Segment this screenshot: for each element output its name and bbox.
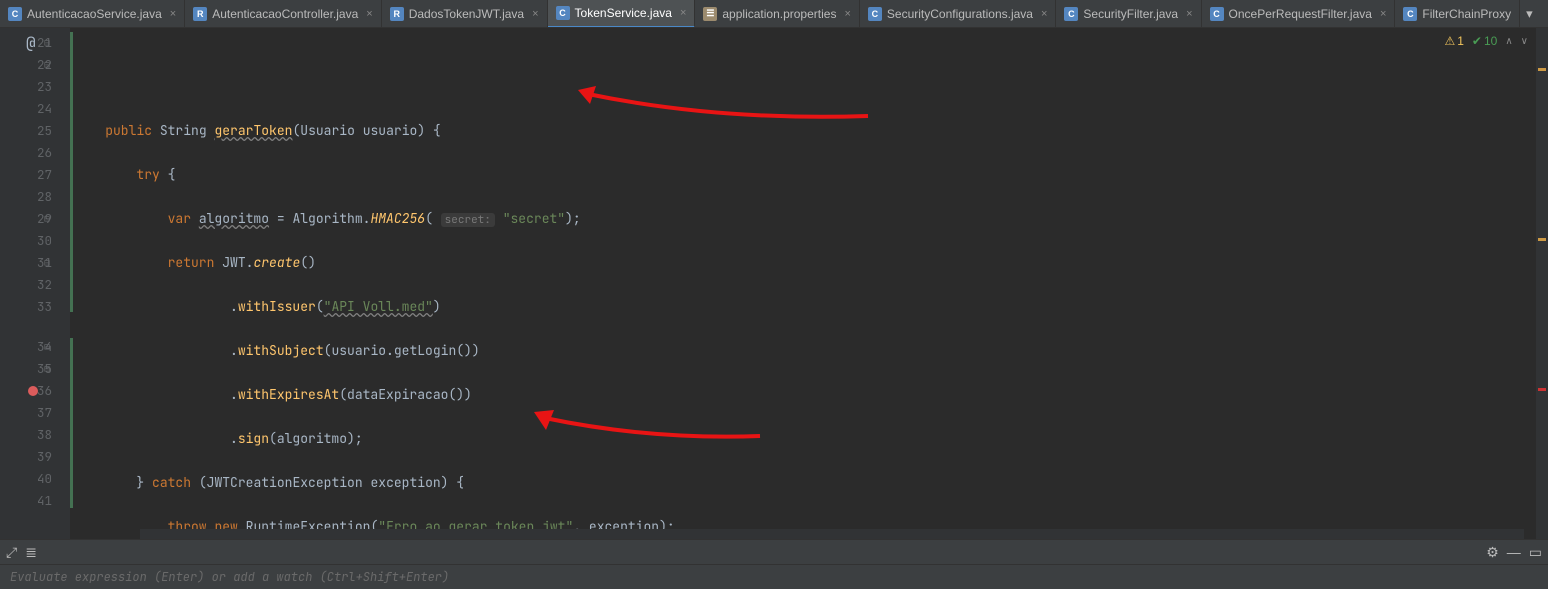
java-class-icon: R: [193, 7, 207, 21]
line-number: 30: [37, 232, 52, 249]
java-class-icon: C: [1403, 7, 1417, 21]
code-editor[interactable]: 1 usage Washington Antunes public String…: [70, 28, 1536, 539]
line-number: 23: [37, 78, 52, 95]
tab-autenticacao-service[interactable]: C AutenticacaoService.java ×: [0, 0, 185, 28]
tab-label: FilterChainProxy: [1422, 7, 1511, 21]
tab-label: SecurityFilter.java: [1083, 7, 1178, 21]
tab-tokenservice[interactable]: C TokenService.java ×: [548, 0, 696, 28]
inspection-status-bar[interactable]: ⚠ 1 ✔ 10 ∧ ∨: [1444, 34, 1528, 48]
settings-icon[interactable]: ⚙: [1486, 544, 1499, 561]
vcs-change-marker: [70, 338, 73, 508]
fold-marker-icon[interactable]: ⊟: [44, 336, 50, 358]
warning-marker[interactable]: [1538, 238, 1546, 241]
tabs-dropdown-icon[interactable]: ▾: [1520, 6, 1539, 22]
tab-autenticacao-controller[interactable]: R AutenticacaoController.java ×: [185, 0, 382, 28]
hide-icon[interactable]: —: [1507, 544, 1521, 561]
line-number: 28: [37, 188, 52, 205]
tab-security-configurations[interactable]: C SecurityConfigurations.java ×: [860, 0, 1057, 28]
gutter[interactable]: @21⊟ 22⊟ 23 24 25 26 27 28 29⊟ 30 31⊟ 32…: [0, 28, 70, 539]
editor-tabs-bar: C AutenticacaoService.java × R Autentica…: [0, 0, 1548, 28]
java-class-icon: C: [556, 6, 570, 20]
tabs-menu-icon[interactable]: ⋮: [1539, 4, 1548, 24]
close-icon[interactable]: ×: [1380, 8, 1386, 20]
java-record-icon: R: [390, 7, 404, 21]
collapse-icon[interactable]: ≣: [25, 544, 37, 561]
usage-hint[interactable]: 1 usage Washington Antunes: [94, 28, 279, 34]
java-class-icon: C: [8, 7, 22, 21]
close-icon[interactable]: ×: [532, 8, 538, 20]
fold-marker-icon[interactable]: ⊟: [44, 252, 50, 274]
close-icon[interactable]: ×: [680, 7, 686, 19]
close-icon[interactable]: ×: [366, 8, 372, 20]
fold-marker-icon[interactable]: ⊟: [44, 54, 50, 76]
tab-label: TokenService.java: [575, 6, 672, 20]
editor-area: ⚠ 1 ✔ 10 ∧ ∨ @21⊟ 22⊟ 23 24 25 26 27 28 …: [0, 28, 1548, 539]
line-number: 36: [37, 382, 52, 399]
tab-application-properties[interactable]: ☰ application.properties ×: [695, 0, 860, 28]
line-number: 41: [37, 492, 52, 509]
prev-highlight-icon[interactable]: ∧: [1505, 36, 1512, 47]
tab-label: DadosTokenJWT.java: [409, 7, 524, 21]
warning-badge[interactable]: ⚠ 1: [1444, 34, 1463, 48]
tab-once-per-request-filter[interactable]: C OncePerRequestFilter.java ×: [1202, 0, 1396, 28]
evaluate-expression-input[interactable]: Evaluate expression (Enter) or add a wat…: [0, 564, 1548, 589]
fold-marker-icon[interactable]: ⊟: [44, 358, 50, 380]
tab-dadostokenjwt[interactable]: R DadosTokenJWT.java ×: [382, 0, 548, 28]
next-highlight-icon[interactable]: ∨: [1521, 36, 1528, 47]
close-icon[interactable]: ×: [844, 8, 850, 20]
fold-marker-icon[interactable]: ⊟: [44, 208, 50, 230]
tab-label: AutenticacaoService.java: [27, 7, 162, 21]
expand-icon[interactable]: ⤢: [6, 544, 17, 561]
horizontal-scrollbar[interactable]: [140, 529, 1524, 539]
tab-label: OncePerRequestFilter.java: [1229, 7, 1372, 21]
fold-marker-icon[interactable]: ⊟: [44, 32, 50, 54]
line-number: 39: [37, 448, 52, 465]
tab-label: application.properties: [722, 7, 836, 21]
tab-security-filter[interactable]: C SecurityFilter.java ×: [1056, 0, 1201, 28]
tab-label: AutenticacaoController.java: [212, 7, 358, 21]
ok-badge[interactable]: ✔ 10: [1472, 34, 1497, 48]
tab-filter-chain-proxy[interactable]: C FilterChainProxy: [1395, 0, 1520, 28]
error-stripe[interactable]: [1536, 28, 1548, 539]
line-number: 25: [37, 122, 52, 139]
error-marker[interactable]: [1538, 388, 1546, 391]
line-number: 26: [37, 144, 52, 161]
line-number: 27: [37, 166, 52, 183]
line-number: 33: [37, 298, 52, 315]
debug-tool-window: ⤢ ≣ ⚙ — ▭ Evaluate expression (Enter) or…: [0, 539, 1548, 589]
line-number: 32: [37, 276, 52, 293]
layout-icon[interactable]: ▭: [1529, 544, 1542, 561]
annotation-icon: @: [26, 32, 36, 54]
vcs-change-marker: [70, 32, 73, 312]
java-class-icon: C: [1210, 7, 1224, 21]
debug-toolbar: ⤢ ≣ ⚙ — ▭: [0, 540, 1548, 564]
warning-marker[interactable]: [1538, 68, 1546, 71]
tab-label: SecurityConfigurations.java: [887, 7, 1033, 21]
close-icon[interactable]: ×: [170, 8, 176, 20]
line-number: 40: [37, 470, 52, 487]
close-icon[interactable]: ×: [1041, 8, 1047, 20]
line-number: 38: [37, 426, 52, 443]
properties-file-icon: ☰: [703, 7, 717, 21]
breakpoint-icon[interactable]: [28, 386, 38, 396]
java-class-icon: C: [1064, 7, 1078, 21]
java-class-icon: C: [868, 7, 882, 21]
line-number: 37: [37, 404, 52, 421]
line-number: 24: [37, 100, 52, 117]
close-icon[interactable]: ×: [1186, 8, 1192, 20]
